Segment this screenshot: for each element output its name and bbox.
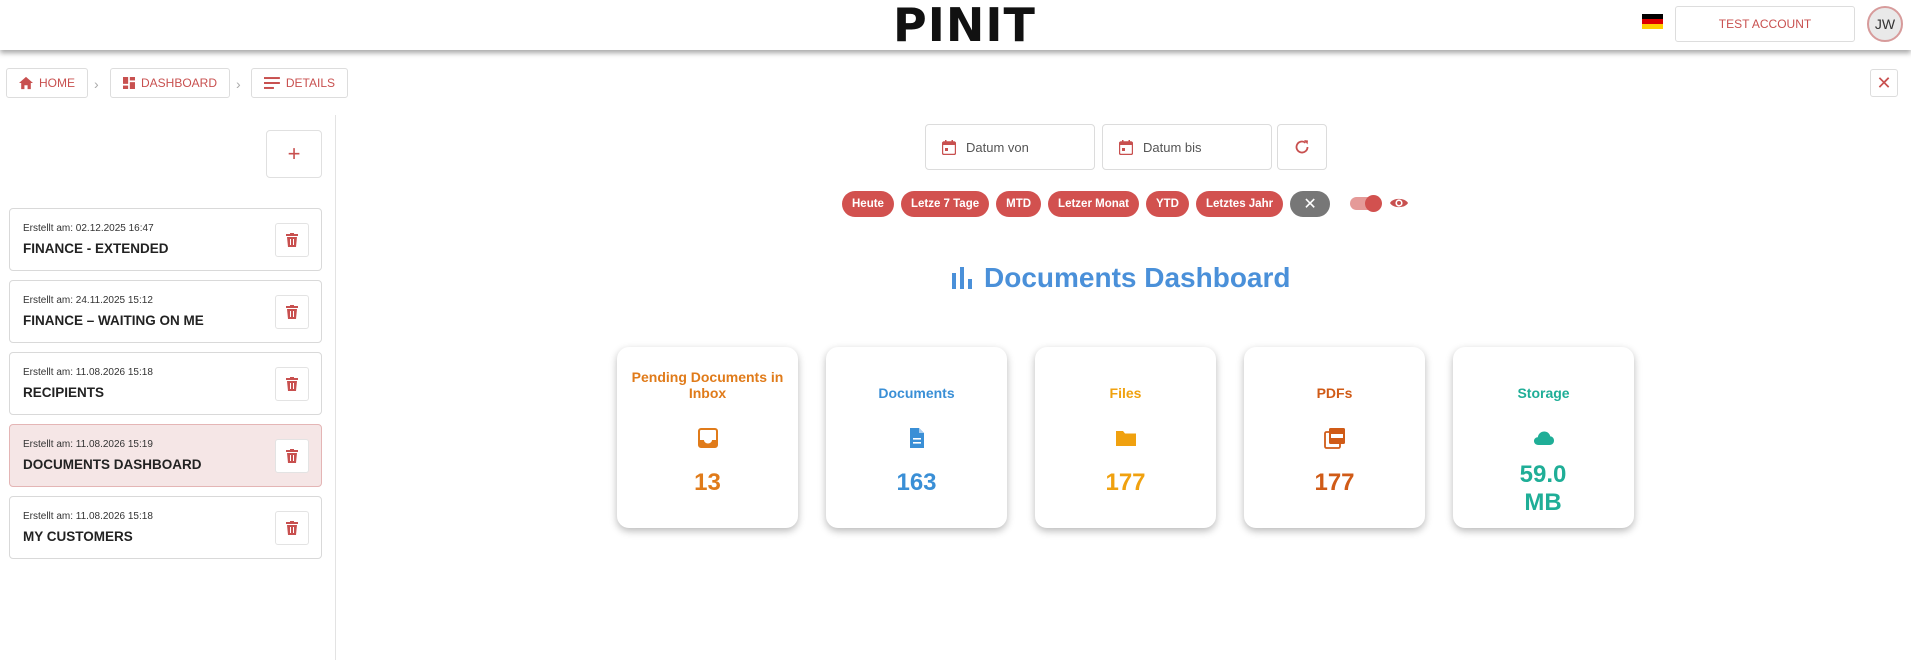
close-button[interactable]: ✕ bbox=[1870, 69, 1898, 97]
stat-card-files[interactable]: Files 177 bbox=[1035, 347, 1216, 528]
plus-icon: + bbox=[287, 141, 301, 166]
folder-icon bbox=[1116, 431, 1136, 446]
avatar[interactable]: JW bbox=[1867, 6, 1903, 42]
date-from-field[interactable]: Datum von bbox=[925, 124, 1095, 170]
cloud-icon bbox=[1534, 431, 1554, 445]
dashboard-item-active[interactable]: Erstellt am: 11.08.2026 15:19 DOCUMENTS … bbox=[9, 424, 322, 487]
dashboard-item-date: Erstellt am: 11.08.2026 15:18 bbox=[23, 511, 153, 522]
delete-button[interactable] bbox=[275, 367, 309, 401]
trash-icon bbox=[286, 449, 298, 463]
stat-card-storage[interactable]: Storage 59.0 MB bbox=[1453, 347, 1634, 528]
trash-icon bbox=[286, 233, 298, 247]
page-title: Documents Dashboard bbox=[950, 262, 1291, 294]
delete-button[interactable] bbox=[275, 439, 309, 473]
dashboard-item-date: Erstellt am: 02.12.2025 16:47 bbox=[23, 223, 154, 234]
chevron-right-icon: › bbox=[236, 76, 241, 92]
page-title-text: Documents Dashboard bbox=[984, 262, 1291, 293]
trash-icon bbox=[286, 377, 298, 391]
refresh-button[interactable] bbox=[1277, 124, 1327, 170]
toggle-knob bbox=[1365, 195, 1382, 212]
dashboard-icon bbox=[123, 77, 135, 89]
refresh-icon bbox=[1295, 140, 1309, 154]
breadcrumb-details-label: DETAILS bbox=[285, 76, 335, 90]
inbox-icon bbox=[698, 428, 718, 448]
stat-card-value: 177 bbox=[1105, 469, 1146, 496]
dashboard-item-date: Erstellt am: 24.11.2025 15:12 bbox=[23, 295, 153, 306]
dashboard-item-title: MY CUSTOMERS bbox=[23, 529, 133, 544]
chip-last-7-days[interactable]: Letze 7 Tage bbox=[900, 191, 990, 217]
close-icon: ✕ bbox=[1876, 72, 1892, 93]
sidebar-divider bbox=[335, 115, 336, 660]
pdf-icon bbox=[1324, 428, 1345, 449]
close-icon: ✕ bbox=[1303, 196, 1317, 213]
stat-card-pending[interactable]: Pending Documents in Inbox 13 bbox=[617, 347, 798, 528]
dashboard-item-title: DOCUMENTS DASHBOARD bbox=[23, 457, 202, 472]
delete-button[interactable] bbox=[275, 223, 309, 257]
stat-card-value: 13 bbox=[694, 469, 721, 496]
dashboard-item[interactable]: Erstellt am: 02.12.2025 16:47 FINANCE - … bbox=[9, 208, 322, 271]
chip-ytd[interactable]: YTD bbox=[1145, 191, 1189, 217]
add-dashboard-button[interactable]: + bbox=[266, 130, 322, 178]
chip-today[interactable]: Heute bbox=[842, 191, 894, 217]
calendar-icon bbox=[1119, 139, 1133, 155]
dashboard-item-date: Erstellt am: 11.08.2026 15:19 bbox=[23, 439, 153, 450]
list-icon bbox=[264, 77, 280, 89]
dashboard-item[interactable]: Erstellt am: 11.08.2026 15:18 RECIPIENTS bbox=[9, 352, 322, 415]
bar-chart-icon bbox=[952, 267, 972, 289]
delete-button[interactable] bbox=[275, 295, 309, 329]
top-bar: PINIT TEST ACCOUNT JW bbox=[0, 0, 1911, 50]
stat-card-pdfs[interactable]: PDFs 177 bbox=[1244, 347, 1425, 528]
stat-card-value: 59.0 MB bbox=[1519, 461, 1567, 516]
stat-card-documents[interactable]: Documents 163 bbox=[826, 347, 1007, 528]
date-from-placeholder: Datum von bbox=[966, 139, 1029, 155]
breadcrumb-home-label: HOME bbox=[39, 76, 75, 90]
stat-card-value: 177 bbox=[1314, 469, 1355, 496]
chip-last-year[interactable]: Letztes Jahr bbox=[1195, 191, 1284, 217]
breadcrumb-dashboard[interactable]: DASHBOARD bbox=[110, 68, 230, 98]
stat-card-label: Storage bbox=[1517, 385, 1570, 401]
date-to-placeholder: Datum bis bbox=[1143, 139, 1202, 155]
home-icon bbox=[19, 76, 33, 90]
stat-card-label: Files bbox=[1109, 385, 1142, 401]
dashboard-item[interactable]: Erstellt am: 11.08.2026 15:18 MY CUSTOME… bbox=[9, 496, 322, 559]
dashboard-item-title: FINANCE – WAITING ON ME bbox=[23, 313, 204, 328]
quick-filter-chips: Heute Letze 7 Tage MTD Letzer Monat YTD … bbox=[842, 191, 1331, 217]
document-icon bbox=[910, 428, 924, 448]
dashboard-item-title: RECIPIENTS bbox=[23, 385, 105, 400]
test-account-button[interactable]: TEST ACCOUNT bbox=[1675, 6, 1855, 42]
stat-card-label: Documents bbox=[878, 385, 955, 401]
german-flag-icon[interactable] bbox=[1642, 14, 1663, 29]
breadcrumb-home[interactable]: HOME bbox=[6, 68, 88, 98]
breadcrumb-dashboard-label: DASHBOARD bbox=[140, 76, 217, 90]
stat-card-label: Pending Documents in Inbox bbox=[631, 369, 784, 401]
visibility-toggle[interactable] bbox=[1350, 195, 1382, 212]
eye-icon[interactable] bbox=[1389, 193, 1409, 213]
calendar-icon bbox=[942, 139, 956, 155]
dashboard-list: Erstellt am: 02.12.2025 16:47 FINANCE - … bbox=[9, 208, 322, 568]
chip-last-month[interactable]: Letzer Monat bbox=[1048, 191, 1139, 217]
pinit-logo[interactable]: PINIT bbox=[893, 2, 1036, 48]
date-to-field[interactable]: Datum bis bbox=[1102, 124, 1272, 170]
dashboard-item-date: Erstellt am: 11.08.2026 15:18 bbox=[23, 367, 153, 378]
trash-icon bbox=[286, 521, 298, 535]
chevron-right-icon: › bbox=[94, 76, 99, 92]
dashboard-item[interactable]: Erstellt am: 24.11.2025 15:12 FINANCE – … bbox=[9, 280, 322, 343]
clear-filter-button[interactable]: ✕ bbox=[1290, 191, 1331, 217]
chip-mtd[interactable]: MTD bbox=[996, 191, 1042, 217]
logo-text: PINIT bbox=[893, 0, 1036, 52]
stat-card-label: PDFs bbox=[1316, 385, 1353, 401]
delete-button[interactable] bbox=[275, 511, 309, 545]
dashboard-item-title: FINANCE - EXTENDED bbox=[23, 241, 169, 256]
stat-card-value: 163 bbox=[896, 469, 937, 496]
trash-icon bbox=[286, 305, 298, 319]
breadcrumb-details[interactable]: DETAILS bbox=[251, 68, 348, 98]
